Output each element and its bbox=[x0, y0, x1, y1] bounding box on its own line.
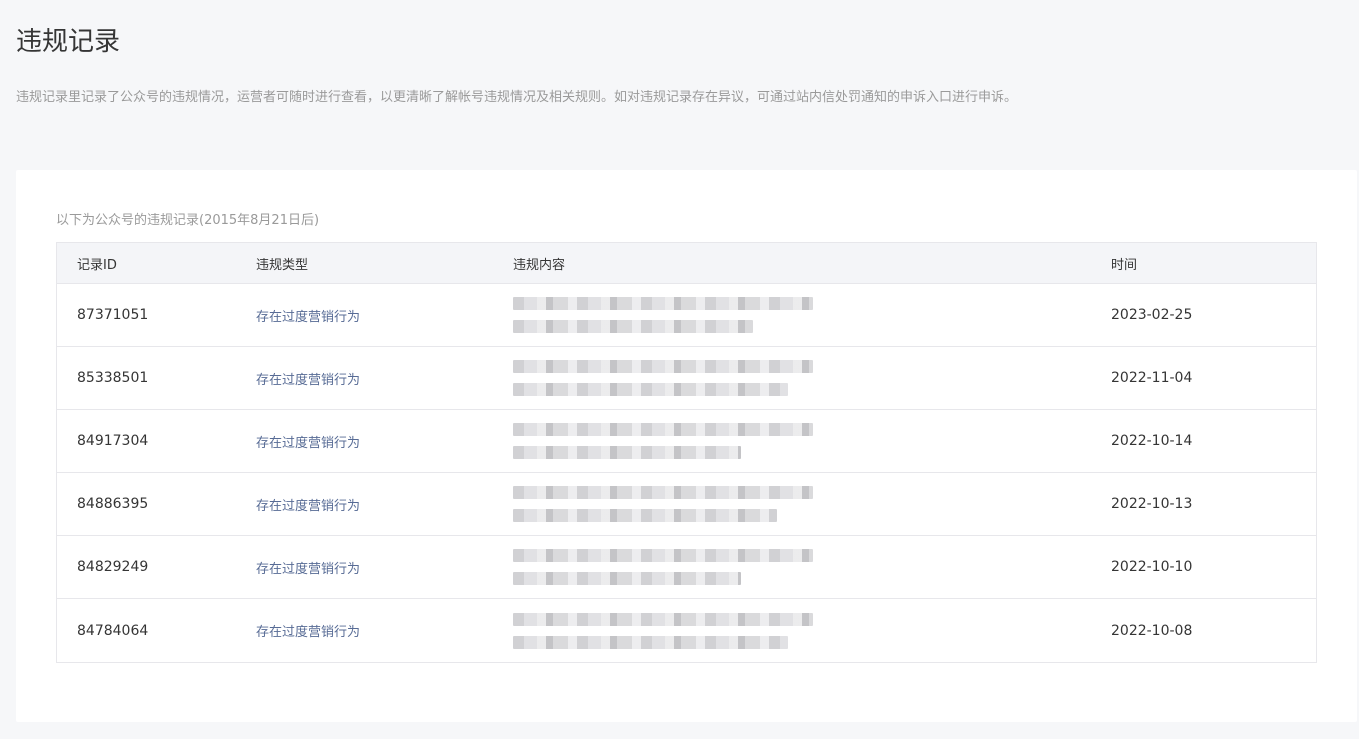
record-id: 84917304 bbox=[77, 433, 149, 449]
column-header-violation-type: 违规类型 bbox=[256, 257, 309, 273]
table-caption: 以下为公众号的违规记录(2015年8月21日后) bbox=[56, 213, 320, 228]
record-time: 2023-02-25 bbox=[1111, 307, 1193, 323]
table-row: 84917304 存在过度营销行为 2022-10-14 bbox=[57, 410, 1316, 473]
column-header-violation-content: 违规内容 bbox=[513, 257, 566, 273]
violation-content-blurred bbox=[493, 360, 1091, 396]
record-time: 2022-10-10 bbox=[1111, 559, 1193, 575]
record-time: 2022-10-14 bbox=[1111, 433, 1193, 449]
violation-content-blurred bbox=[493, 297, 1091, 333]
violation-type-link[interactable]: 存在过度营销行为 bbox=[236, 621, 493, 640]
table-row: 84784064 存在过度营销行为 2022-10-08 bbox=[57, 599, 1316, 662]
table-header-row: 记录ID 违规类型 违规内容 时间 bbox=[57, 243, 1316, 284]
table-row: 84886395 存在过度营销行为 2022-10-13 bbox=[57, 473, 1316, 536]
violation-content-blurred bbox=[493, 423, 1091, 459]
record-id: 87371051 bbox=[77, 307, 149, 323]
page-description: 违规记录里记录了公众号的违规情况，运营者可随时进行查看，以更清晰了解帐号违规情况… bbox=[16, 90, 1018, 105]
record-time: 2022-10-08 bbox=[1111, 622, 1193, 639]
violation-type-link[interactable]: 存在过度营销行为 bbox=[236, 306, 493, 325]
violation-type-link[interactable]: 存在过度营销行为 bbox=[236, 432, 493, 451]
record-id: 84784064 bbox=[77, 622, 149, 639]
violation-type-link[interactable]: 存在过度营销行为 bbox=[236, 558, 493, 577]
record-time: 2022-11-04 bbox=[1111, 370, 1193, 386]
record-id: 84886395 bbox=[77, 496, 149, 512]
record-id: 84829249 bbox=[77, 559, 149, 575]
record-id: 85338501 bbox=[77, 370, 149, 386]
records-card: 以下为公众号的违规记录(2015年8月21日后) 记录ID 违规类型 违规内容 … bbox=[16, 170, 1357, 722]
column-header-record-id: 记录ID bbox=[77, 257, 117, 273]
table-row: 84829249 存在过度营销行为 2022-10-10 bbox=[57, 536, 1316, 599]
violation-content-blurred bbox=[493, 612, 1091, 649]
violation-type-link[interactable]: 存在过度营销行为 bbox=[236, 495, 493, 514]
table-row: 85338501 存在过度营销行为 2022-11-04 bbox=[57, 347, 1316, 410]
violation-records-table: 记录ID 违规类型 违规内容 时间 87371051 存在过度营销行为 2023… bbox=[56, 242, 1317, 663]
violation-content-blurred bbox=[493, 486, 1091, 522]
page-title: 违规记录 bbox=[16, 27, 121, 57]
table-row: 87371051 存在过度营销行为 2023-02-25 bbox=[57, 284, 1316, 347]
column-header-time: 时间 bbox=[1111, 257, 1138, 273]
violation-type-link[interactable]: 存在过度营销行为 bbox=[236, 369, 493, 388]
record-time: 2022-10-13 bbox=[1111, 496, 1193, 512]
violation-content-blurred bbox=[493, 549, 1091, 585]
